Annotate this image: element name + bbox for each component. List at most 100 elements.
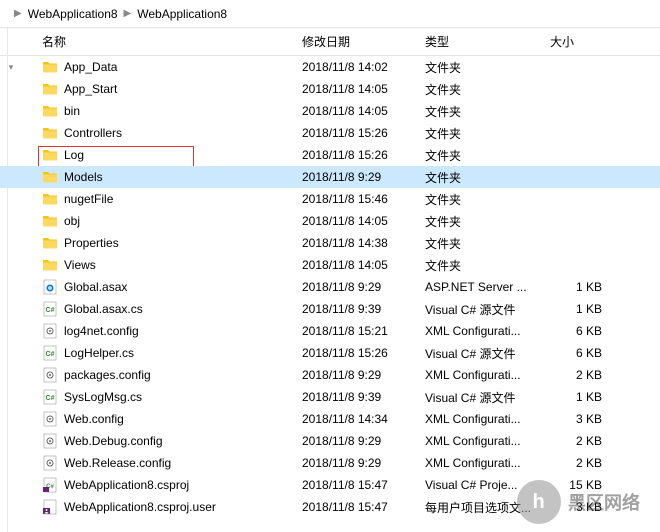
folder-icon — [42, 257, 58, 273]
cell-type: 文件夹 — [425, 81, 550, 98]
cell-date: 2018/11/8 15:21 — [302, 324, 425, 338]
folder-icon — [42, 81, 58, 97]
file-name: Web.Release.config — [64, 456, 171, 470]
config-icon — [42, 455, 58, 471]
breadcrumb-item[interactable]: WebApplication8 — [28, 7, 118, 21]
file-name: Web.config — [64, 412, 124, 426]
folder-icon — [42, 125, 58, 141]
chevron-right-icon: ▶ — [124, 8, 132, 19]
file-name: packages.config — [64, 368, 151, 382]
cell-name: Web.config — [12, 411, 302, 427]
config-icon — [42, 411, 58, 427]
cell-type: 文件夹 — [425, 59, 550, 76]
tree-collapse-icon[interactable]: ▾ — [6, 62, 16, 72]
file-row[interactable]: C#Global.asax.cs2018/11/8 9:39Visual C# … — [0, 298, 660, 320]
svg-text:C#: C# — [46, 307, 55, 314]
file-name: log4net.config — [64, 324, 139, 338]
folder-icon — [42, 59, 58, 75]
file-row[interactable]: Views2018/11/8 14:05文件夹 — [0, 254, 660, 276]
file-row[interactable]: Web.config2018/11/8 14:34XML Configurati… — [0, 408, 660, 430]
file-row[interactable]: C#LogHelper.cs2018/11/8 15:26Visual C# 源… — [0, 342, 660, 364]
config-icon — [42, 367, 58, 383]
cell-date: 2018/11/8 15:26 — [302, 126, 425, 140]
cell-date: 2018/11/8 9:29 — [302, 434, 425, 448]
file-row[interactable]: log4net.config2018/11/8 15:21XML Configu… — [0, 320, 660, 342]
column-date[interactable]: 修改日期 — [302, 33, 425, 50]
cell-date: 2018/11/8 14:05 — [302, 82, 425, 96]
cell-name: nugetFile — [12, 191, 302, 207]
file-row[interactable]: Controllers 2018/11/8 15:26文件夹 — [0, 122, 660, 144]
cell-date: 2018/11/8 14:05 — [302, 104, 425, 118]
file-name: Views — [64, 258, 96, 272]
column-size[interactable]: 大小 — [550, 33, 610, 50]
cs-icon: C# — [42, 345, 58, 361]
cell-date: 2018/11/8 14:34 — [302, 412, 425, 426]
cell-name: C#LogHelper.cs — [12, 345, 302, 361]
chevron-right-icon: ▶ — [14, 8, 22, 19]
file-name: obj — [64, 214, 80, 228]
cell-date: 2018/11/8 9:29 — [302, 280, 425, 294]
cell-date: 2018/11/8 15:26 — [302, 148, 425, 162]
cell-name: Controllers — [12, 125, 302, 141]
file-name: Global.asax — [64, 280, 127, 294]
folder-icon — [42, 213, 58, 229]
cell-type: 文件夹 — [425, 191, 550, 208]
file-row[interactable]: Log2018/11/8 15:26文件夹 — [0, 144, 660, 166]
file-name: WebApplication8.csproj.user — [64, 500, 216, 514]
file-row[interactable]: Web.Release.config2018/11/8 9:29XML Conf… — [0, 452, 660, 474]
file-name: Global.asax.cs — [64, 302, 143, 316]
cell-name: Log — [12, 147, 302, 163]
cell-type: 每用户项目选项文... — [425, 499, 550, 516]
file-name: Controllers — [64, 126, 122, 140]
cell-size: 15 KB — [550, 478, 610, 492]
file-row[interactable]: WebApplication8.csproj.user2018/11/8 15:… — [0, 496, 660, 518]
file-name: Web.Debug.config — [64, 434, 163, 448]
cell-date: 2018/11/8 14:05 — [302, 258, 425, 272]
cell-date: 2018/11/8 15:46 — [302, 192, 425, 206]
breadcrumb[interactable]: ▶ WebApplication8 ▶ WebApplication8 — [0, 0, 660, 28]
column-name[interactable]: 名称 — [12, 33, 302, 50]
file-list: ▾App_Data2018/11/8 14:02文件夹App_Start2018… — [0, 56, 660, 518]
file-row[interactable]: Properties2018/11/8 14:38文件夹 — [0, 232, 660, 254]
file-name: Log — [64, 148, 84, 162]
cell-name: bin — [12, 103, 302, 119]
file-row[interactable]: Global.asax 2018/11/8 9:29ASP.NET Server … — [0, 276, 660, 298]
file-row[interactable]: packages.config2018/11/8 9:29XML Configu… — [0, 364, 660, 386]
config-icon — [42, 433, 58, 449]
svg-text:C#: C# — [46, 351, 55, 358]
cell-name: WebApplication8.csproj.user — [12, 499, 302, 515]
svg-text:C#: C# — [46, 395, 55, 402]
cell-type: ASP.NET Server ... — [425, 280, 550, 294]
file-row[interactable]: bin2018/11/8 14:05文件夹 — [0, 100, 660, 122]
cell-name: log4net.config — [12, 323, 302, 339]
file-row[interactable]: C#SysLogMsg.cs2018/11/8 9:39Visual C# 源文… — [0, 386, 660, 408]
file-row[interactable]: App_Start2018/11/8 14:05文件夹 — [0, 78, 660, 100]
breadcrumb-item[interactable]: WebApplication8 — [137, 7, 227, 21]
cell-date: 2018/11/8 15:26 — [302, 346, 425, 360]
config-icon — [42, 323, 58, 339]
folder-icon — [42, 103, 58, 119]
cell-type: Visual C# Proje... — [425, 478, 550, 492]
cell-date: 2018/11/8 9:29 — [302, 456, 425, 470]
file-row[interactable]: obj2018/11/8 14:05文件夹 — [0, 210, 660, 232]
file-row[interactable]: Web.Debug.config 2018/11/8 9:29XML Config… — [0, 430, 660, 452]
cell-size: 1 KB — [550, 302, 610, 316]
column-type[interactable]: 类型 — [425, 33, 550, 50]
cell-name: obj — [12, 213, 302, 229]
cell-type: 文件夹 — [425, 125, 550, 142]
file-row[interactable]: nugetFile2018/11/8 15:46文件夹 — [0, 188, 660, 210]
file-row[interactable]: ▾App_Data2018/11/8 14:02文件夹 — [0, 56, 660, 78]
file-name: WebApplication8.csproj — [64, 478, 189, 492]
cell-name: Views — [12, 257, 302, 273]
cell-date: 2018/11/8 9:39 — [302, 390, 425, 404]
cell-type: XML Configurati... — [425, 434, 550, 448]
cell-name: C#SysLogMsg.cs — [12, 389, 302, 405]
cell-name: Web.Debug.config — [12, 433, 302, 449]
file-row[interactable]: C#WebApplication8.csproj2018/11/8 15:47V… — [0, 474, 660, 496]
folder-icon — [42, 235, 58, 251]
cell-type: 文件夹 — [425, 103, 550, 120]
cell-name: App_Data — [12, 59, 302, 75]
cell-date: 2018/11/8 9:29 — [302, 170, 425, 184]
cell-type: 文件夹 — [425, 213, 550, 230]
file-row[interactable]: Models2018/11/8 9:29文件夹 — [0, 166, 660, 188]
